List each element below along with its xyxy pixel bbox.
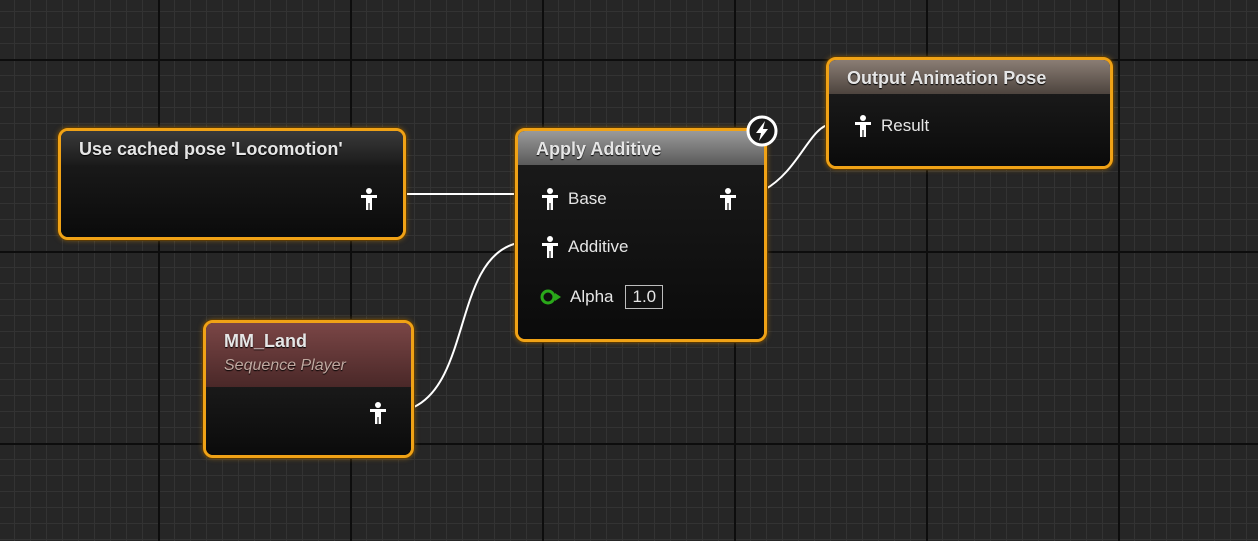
lightning-bolt-icon bbox=[746, 115, 778, 147]
pin-label: Result bbox=[881, 116, 930, 135]
pin-label: Additive bbox=[568, 237, 629, 256]
sequence-player-node[interactable]: MM_Land Sequence Player bbox=[203, 320, 414, 458]
cached-pose-output-pin[interactable] bbox=[359, 187, 379, 211]
base-input-pin[interactable]: Base bbox=[540, 187, 607, 211]
apply-additive-output-pin[interactable] bbox=[718, 187, 738, 211]
result-input-pin[interactable]: Result bbox=[853, 114, 929, 138]
additive-input-pin[interactable]: Additive bbox=[540, 235, 628, 259]
alpha-input-pin[interactable]: Alpha 1.0 bbox=[540, 285, 664, 309]
node-title: MM_Land bbox=[224, 331, 307, 351]
pin-label: Base bbox=[568, 189, 607, 208]
anim-graph-canvas[interactable]: Use cached pose 'Locomotion' MM_Land Seq… bbox=[0, 0, 1258, 541]
apply-additive-node[interactable]: Apply Additive Base Additive Alpha 1.0 bbox=[515, 128, 767, 342]
alpha-value-field[interactable]: 1.0 bbox=[625, 285, 664, 309]
pose-person-icon bbox=[542, 236, 558, 258]
pose-person-icon bbox=[542, 188, 558, 210]
pose-person-icon bbox=[855, 115, 871, 137]
pin-label: Alpha bbox=[570, 287, 614, 306]
pose-person-icon bbox=[370, 402, 386, 424]
sequence-player-output-pin[interactable] bbox=[368, 401, 388, 425]
node-title: Output Animation Pose bbox=[829, 60, 1110, 94]
pose-person-icon bbox=[720, 188, 736, 210]
node-title: Apply Additive bbox=[518, 131, 764, 165]
output-animation-pose-node[interactable]: Output Animation Pose Result bbox=[826, 57, 1113, 169]
node-title: Use cached pose 'Locomotion' bbox=[61, 131, 403, 165]
cached-pose-node[interactable]: Use cached pose 'Locomotion' bbox=[58, 128, 406, 240]
float-pin-icon bbox=[540, 289, 561, 305]
pose-person-icon bbox=[361, 188, 377, 210]
node-subtitle: Sequence Player bbox=[224, 357, 346, 374]
